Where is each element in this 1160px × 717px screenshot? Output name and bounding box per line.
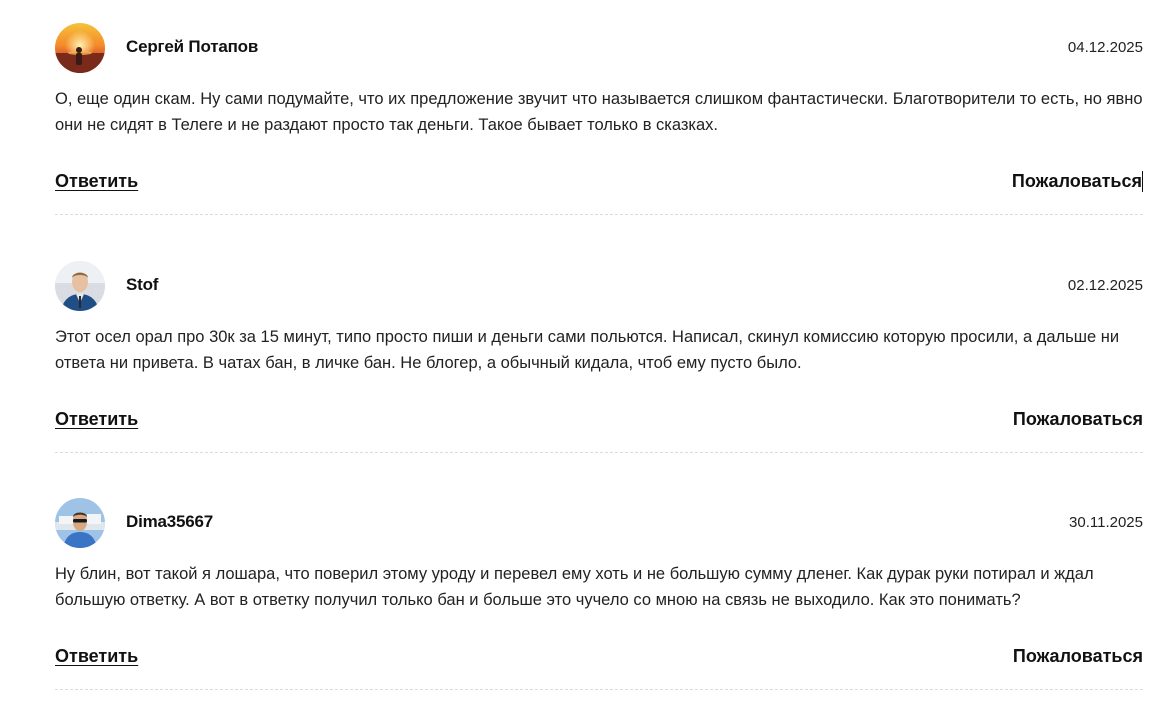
- avatar: [55, 261, 105, 311]
- comment-header: Dima35667 30.11.2025: [55, 498, 1143, 548]
- comment-header: Stof 02.12.2025: [55, 261, 1143, 311]
- reply-link[interactable]: Ответить: [55, 171, 138, 192]
- comment-text: Этот осел орал про 30к за 15 минут, типо…: [55, 328, 1120, 372]
- comment-author: Сергей Потапов: [126, 37, 259, 56]
- comment-text: О, еще один скам. Ну сами подумайте, что…: [55, 90, 1143, 134]
- comment-item: Stof 02.12.2025 Этот осел орал про 30к з…: [55, 238, 1143, 453]
- avatar: [55, 23, 105, 73]
- comment-date: 04.12.2025: [1067, 39, 1143, 56]
- comment-author: Dima35667: [126, 512, 214, 531]
- report-button[interactable]: Пожаловаться: [1012, 171, 1143, 192]
- comment-author: Stof: [126, 275, 159, 294]
- sunset-avatar-icon: [55, 23, 105, 73]
- report-button[interactable]: Пожаловаться: [1013, 409, 1143, 430]
- comment-item: Dima35667 30.11.2025 Ну блин, вот такой …: [55, 475, 1143, 690]
- man-sunglasses-avatar-icon: [55, 498, 105, 548]
- comment-item: Сергей Потапов 04.12.2025 О, еще один ск…: [55, 0, 1143, 215]
- comment-date: 02.12.2025: [1067, 277, 1143, 294]
- reply-link[interactable]: Ответить: [55, 646, 138, 667]
- comment-text: Ну блин, вот такой я лошара, что поверил…: [55, 565, 1094, 609]
- avatar: [55, 498, 105, 548]
- comment-date: 30.11.2025: [1069, 514, 1143, 531]
- reply-link[interactable]: Ответить: [55, 409, 138, 430]
- report-button[interactable]: Пожаловаться: [1013, 646, 1143, 667]
- comments-list: Сергей Потапов 04.12.2025 О, еще один ск…: [0, 0, 1160, 717]
- man-in-suit-avatar-icon: [55, 261, 105, 311]
- comment-header: Сергей Потапов 04.12.2025: [55, 23, 1143, 73]
